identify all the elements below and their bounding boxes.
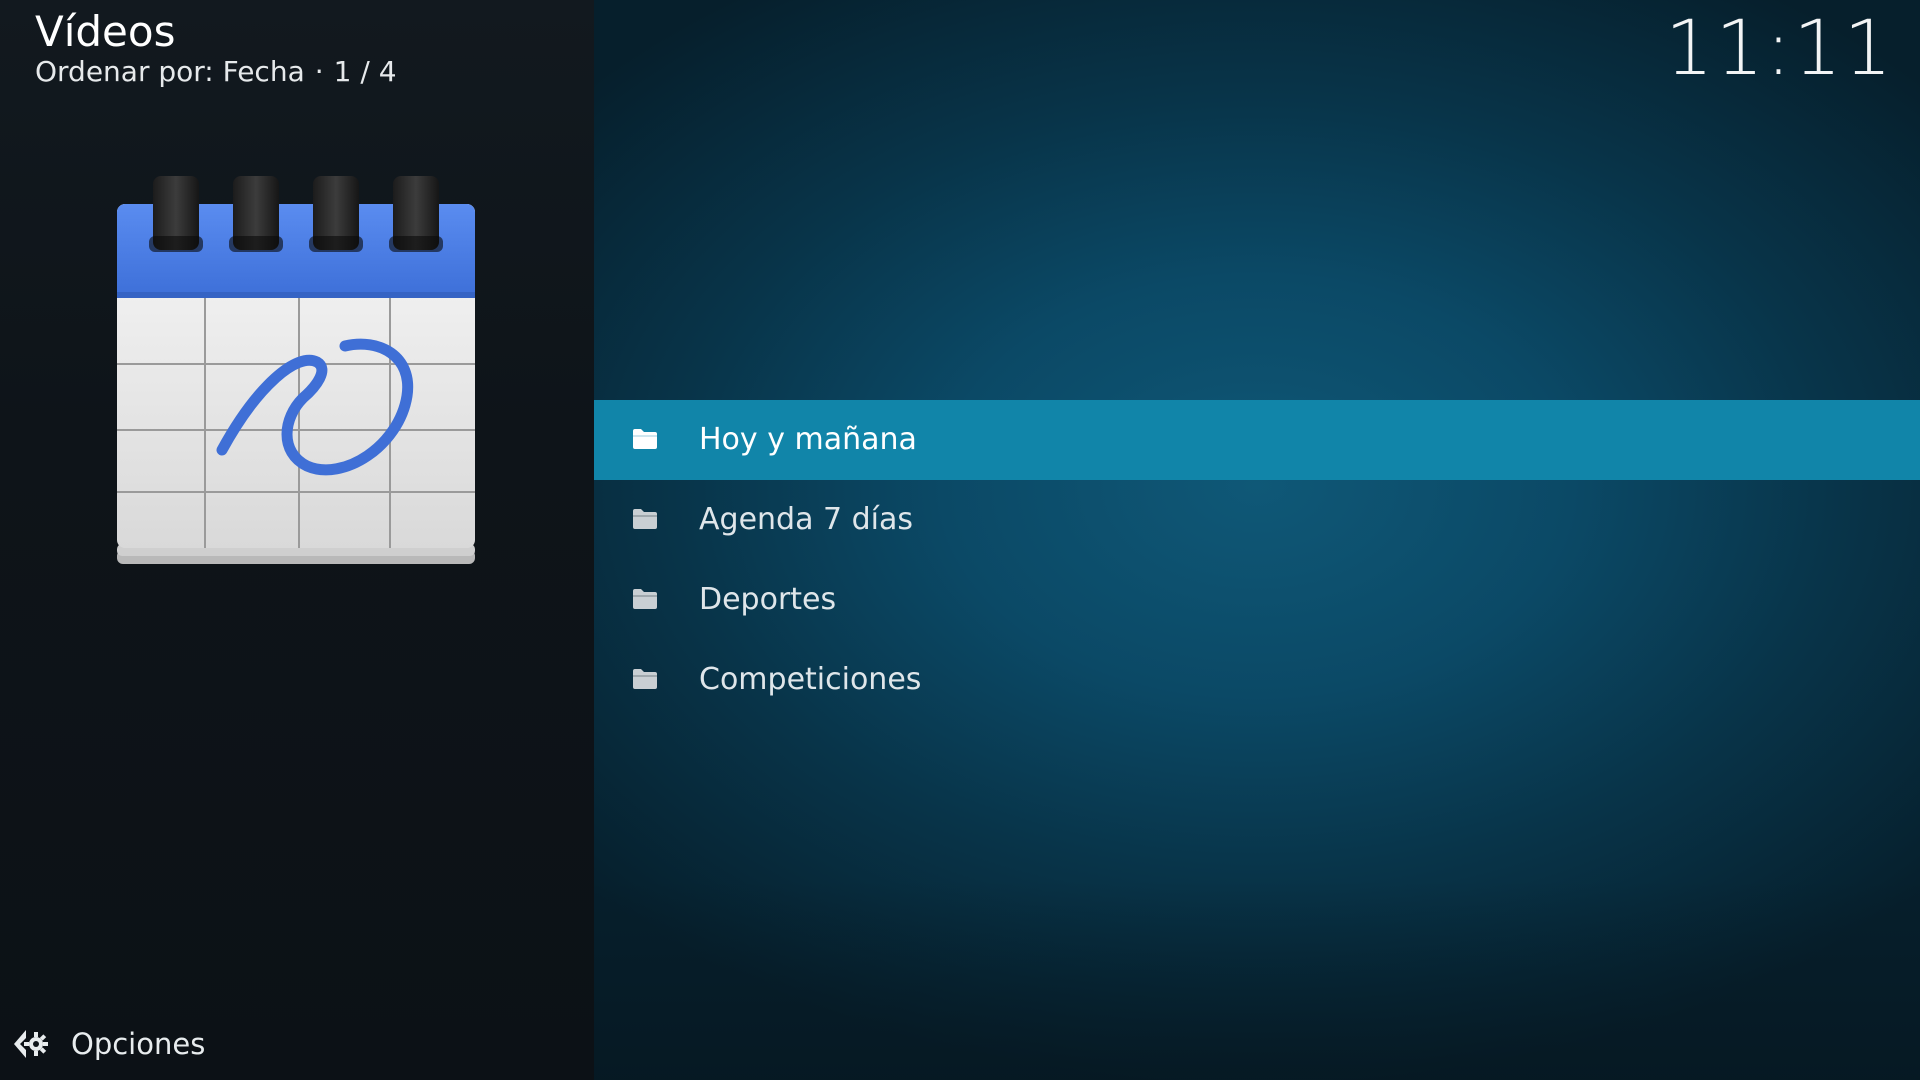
- sort-label[interactable]: Ordenar por: Fecha: [35, 55, 305, 88]
- page-title: Vídeos: [35, 7, 176, 56]
- folder-icon: [633, 429, 657, 449]
- folder-icon: [633, 669, 657, 689]
- folder-list: Hoy y mañana Agenda 7 días Deportes Comp…: [594, 400, 1920, 720]
- item-position: 1 / 4: [333, 55, 397, 88]
- list-item-label: Deportes: [699, 582, 837, 617]
- gear-icon: [14, 1030, 48, 1058]
- sort-info: Ordenar por: Fecha · 1 / 4: [35, 54, 397, 90]
- list-item-deportes[interactable]: Deportes: [594, 560, 1920, 640]
- options-label: Opciones: [71, 1027, 206, 1061]
- list-item-label: Agenda 7 días: [699, 502, 914, 537]
- clock: 11:11: [1664, 3, 1894, 92]
- list-item-agenda-7-dias[interactable]: Agenda 7 días: [594, 480, 1920, 560]
- folder-icon: [633, 509, 657, 529]
- video-library-screen: Vídeos Ordenar por: Fecha · 1 / 4 11:11: [0, 0, 1920, 1080]
- folder-icon: [633, 589, 657, 609]
- list-item-label: Hoy y mañana: [699, 422, 917, 457]
- list-item-hoy-y-manana[interactable]: Hoy y mañana: [594, 400, 1920, 480]
- sort-separator: ·: [314, 55, 324, 88]
- calendar-icon: [117, 176, 475, 564]
- list-item-label: Competiciones: [699, 662, 922, 697]
- options-button[interactable]: Opciones: [12, 1022, 205, 1066]
- list-item-competiciones[interactable]: Competiciones: [594, 640, 1920, 720]
